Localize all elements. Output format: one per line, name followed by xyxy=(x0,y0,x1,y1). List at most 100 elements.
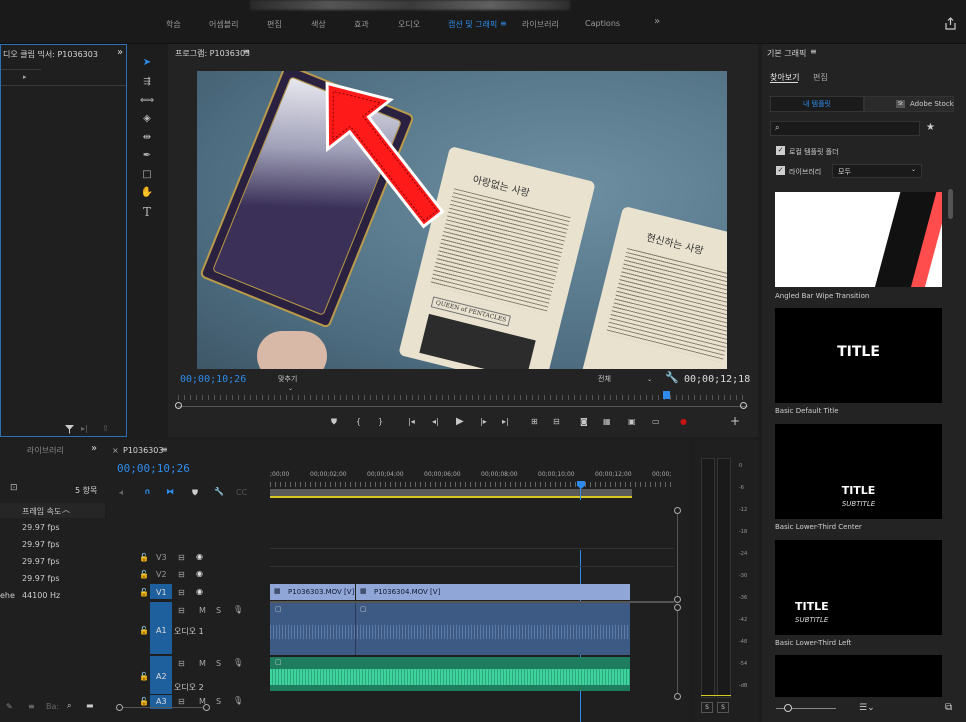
horizontal-zoom-handle[interactable] xyxy=(203,704,210,711)
template-thumbnail-partial[interactable] xyxy=(775,655,942,697)
nest-icon[interactable]: ⫞ xyxy=(119,488,123,498)
workspace-tab-effects[interactable]: 효과 xyxy=(354,19,369,30)
lock-icon[interactable]: 🔓 xyxy=(139,626,149,635)
play-arrow-icon[interactable]: ▸ xyxy=(23,73,27,81)
sync-lock-icon[interactable]: ⊟ xyxy=(178,588,185,597)
workspace-tab-editing[interactable]: 편집 xyxy=(267,19,282,30)
eye-icon[interactable]: ◉ xyxy=(196,569,203,578)
track-select-tool-icon[interactable]: ⇶ xyxy=(139,74,155,90)
template-thumbnail-angled-bar[interactable] xyxy=(775,192,942,287)
audio-clip-a1[interactable]: ▢ ▢ xyxy=(270,603,630,655)
video-clip-2[interactable]: ▦ P1036304.MOV [V] xyxy=(356,584,630,600)
template-search-input[interactable]: ⌕ xyxy=(770,121,920,136)
program-timecode[interactable]: 00;00;10;26 xyxy=(180,374,246,385)
track-label[interactable]: A3 xyxy=(156,697,167,706)
audio-clip-a2[interactable]: ▢ xyxy=(270,657,630,691)
fit-dropdown[interactable]: 맞추기 ⌄ xyxy=(278,374,314,392)
wrench-icon[interactable]: 🔧 xyxy=(665,371,679,384)
vertical-scroll-handle[interactable] xyxy=(674,507,681,514)
record-icon[interactable]: ● xyxy=(680,417,687,426)
track-label[interactable]: V2 xyxy=(156,570,167,579)
add-marker-icon[interactable]: ⛊ xyxy=(192,488,198,498)
workspace-more-icon[interactable]: » xyxy=(654,16,660,27)
template-thumbnail-lower-third-center[interactable]: TITLE SUBTITLE xyxy=(775,424,942,519)
panel-more-icon[interactable]: » xyxy=(91,443,97,454)
slip-tool-icon[interactable]: ⇹ xyxy=(139,130,155,146)
solo-left-button[interactable]: S xyxy=(701,702,713,713)
local-folder-checkbox[interactable]: ✓ xyxy=(776,146,785,155)
tab-edit[interactable]: 편집 xyxy=(813,72,828,83)
lock-icon[interactable]: 🔓 xyxy=(139,697,149,706)
solo-button[interactable]: S xyxy=(216,606,221,615)
template-label[interactable]: Basic Default Title xyxy=(775,407,839,415)
eg-menu-icon[interactable]: ≡ xyxy=(810,47,817,56)
bin-icon[interactable]: ⊡ xyxy=(10,483,18,493)
ripple-edit-tool-icon[interactable]: ⟺ xyxy=(139,93,155,109)
template-thumbnail-default-title[interactable]: TITLE xyxy=(775,308,942,403)
horizontal-zoom-handle[interactable] xyxy=(116,704,123,711)
solo-button[interactable]: S xyxy=(216,697,221,706)
zoom-handle-right[interactable] xyxy=(740,402,747,409)
settings-wrench-icon[interactable]: 🔧 xyxy=(214,487,224,496)
share-icon[interactable] xyxy=(944,17,957,30)
template-label[interactable]: Angled Bar Wipe Transition xyxy=(775,292,869,300)
solo-button[interactable]: S xyxy=(216,659,221,668)
sort-list-icon[interactable]: ☰⌄ xyxy=(859,703,875,713)
step-forward-icon[interactable]: |▸ xyxy=(480,417,487,426)
list-view-icon[interactable]: ≡ xyxy=(28,702,35,711)
lock-icon[interactable]: 🔓 xyxy=(139,553,149,562)
template-label[interactable]: Basic Lower-Third Center xyxy=(775,523,862,531)
workspace-tab-captions[interactable]: Captions xyxy=(585,19,620,28)
quality-dropdown[interactable]: 전체 ⌄ xyxy=(598,374,668,386)
captions-icon[interactable]: CC xyxy=(236,488,247,497)
go-to-out-icon[interactable]: ▸| xyxy=(502,417,509,426)
add-marker-icon[interactable]: ⛊ xyxy=(331,417,337,427)
microphone-icon[interactable]: 🎙 xyxy=(233,658,243,667)
vertical-scroll-handle[interactable] xyxy=(674,596,681,603)
eye-icon[interactable]: ◉ xyxy=(196,552,203,561)
workspace-tab-libraries[interactable]: 라이브러리 xyxy=(522,19,559,30)
mark-out-icon[interactable]: } xyxy=(378,417,383,426)
lift-icon[interactable]: ⊞ xyxy=(531,417,538,426)
add-button-icon[interactable]: + xyxy=(730,414,740,428)
insert-icon[interactable]: ▸| xyxy=(81,424,88,433)
linked-selection-icon[interactable]: ⧓ xyxy=(166,487,174,496)
template-thumbnail-lower-third-left[interactable]: TITLE SUBTITLE xyxy=(775,540,942,635)
search-icon[interactable]: ⌕ xyxy=(67,701,71,711)
lock-icon[interactable]: 🔓 xyxy=(139,588,149,597)
zoom-bar[interactable] xyxy=(178,406,748,407)
selection-tool-icon[interactable]: ➤ xyxy=(139,55,155,71)
timeline-timecode[interactable]: 00;00;10;26 xyxy=(117,462,190,475)
close-sequence-icon[interactable]: × xyxy=(112,446,119,455)
libraries-checkbox[interactable]: ✓ xyxy=(776,166,785,175)
extract-icon[interactable]: ⊟ xyxy=(553,417,560,426)
type-tool-icon[interactable]: T xyxy=(139,204,155,220)
microphone-icon[interactable]: 🎙 xyxy=(233,605,243,614)
template-label[interactable]: Basic Lower-Third Left xyxy=(775,639,851,647)
sync-lock-icon[interactable]: ⊟ xyxy=(178,606,185,615)
horizontal-zoom-track[interactable] xyxy=(123,707,203,708)
timeline-menu-icon[interactable]: ≡ xyxy=(161,445,168,454)
framerate-column[interactable]: 프레임 속도 xyxy=(22,506,61,517)
libraries-tab[interactable]: 라이브러리 xyxy=(27,445,64,456)
pen-tool-icon[interactable]: ✒ xyxy=(139,148,155,164)
export-icon[interactable]: ⇪ xyxy=(102,424,109,433)
favorites-star-icon[interactable]: ★ xyxy=(926,122,935,133)
workspace-tab-captions-graphics[interactable]: 캡션 및 그래픽 xyxy=(448,19,497,30)
program-playhead[interactable] xyxy=(663,391,670,399)
lock-icon[interactable]: 🔓 xyxy=(139,672,149,681)
panel-more-icon[interactable]: » xyxy=(117,47,123,58)
slider-handle[interactable] xyxy=(784,704,792,712)
adobe-stock-button[interactable]: St Adobe Stock xyxy=(864,96,954,112)
play-icon[interactable]: ▶ xyxy=(456,416,464,427)
libraries-dropdown[interactable]: 모두 ⌄ xyxy=(832,164,922,178)
go-to-in-icon[interactable]: |◂ xyxy=(408,417,415,426)
sync-lock-icon[interactable]: ⊟ xyxy=(178,659,185,668)
write-protect-icon[interactable]: ✎ xyxy=(6,702,13,711)
folder-icon[interactable]: ▬ xyxy=(86,701,94,710)
mark-in-icon[interactable]: { xyxy=(356,417,361,426)
workspace-tab-learn[interactable]: 학습 xyxy=(166,19,181,30)
empty-track-area[interactable] xyxy=(270,500,674,550)
sync-lock-icon[interactable]: ⊟ xyxy=(178,570,185,579)
track-label[interactable]: V1 xyxy=(156,588,167,597)
